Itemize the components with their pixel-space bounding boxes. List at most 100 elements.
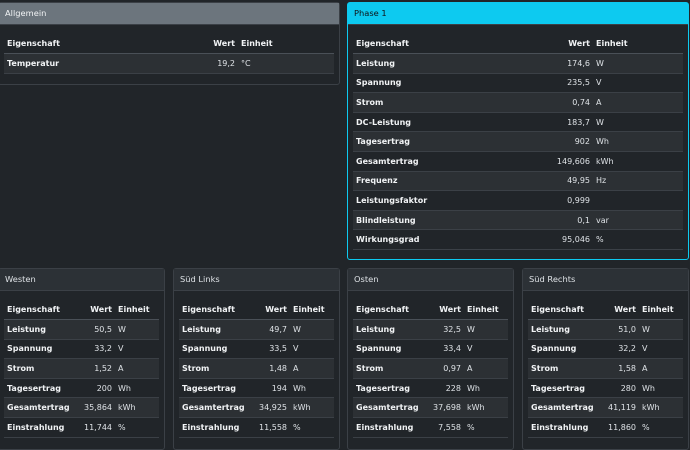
- header-unit: Einheit: [115, 300, 159, 321]
- row-value: 41,119: [605, 397, 639, 419]
- row-value: 194: [256, 378, 290, 399]
- row-unit: [593, 190, 683, 211]
- row-unit: %: [290, 417, 334, 438]
- row-property: Spannung: [528, 339, 605, 360]
- row-value: 51,0: [605, 319, 639, 340]
- row-property: Leistungsfaktor: [353, 190, 553, 211]
- row-unit: Wh: [593, 131, 683, 153]
- row-property: Einstrahlung: [4, 417, 81, 438]
- row-value: 174,6: [553, 53, 593, 74]
- card-title-allgemein: Allgemein: [0, 3, 339, 25]
- row-property: Einstrahlung: [179, 417, 256, 438]
- header-property: Eigenschaft: [353, 300, 430, 321]
- row-unit: %: [464, 417, 508, 438]
- table-row: Tagesertrag 228 Wh: [353, 378, 508, 399]
- row-property: Strom: [528, 358, 605, 379]
- row-value: 34,925: [256, 397, 290, 419]
- row-unit: %: [115, 417, 159, 438]
- header-unit: Einheit: [238, 34, 334, 55]
- header-value: Wert: [605, 300, 639, 321]
- table-row: Wirkungsgrad 95,046%: [353, 229, 683, 251]
- row-value: 37,698: [430, 397, 464, 419]
- header-property: Eigenschaft: [4, 300, 81, 321]
- row-value: 49,95: [553, 171, 593, 192]
- table-row: DC-Leistung 183,7 W: [353, 112, 683, 133]
- table-header-row: Eigenschaft Wert Einheit: [353, 300, 508, 321]
- row-value: 33,2: [81, 339, 115, 360]
- row-unit: V: [593, 73, 683, 94]
- table-row: Tagesertrag 194 Wh: [179, 378, 334, 399]
- table-row: Tagesertrag 902 Wh: [353, 131, 683, 153]
- table-row: Blindleistung 0,1 var: [353, 210, 683, 231]
- row-unit: kWh: [464, 397, 508, 419]
- table-header-row: Eigenschaft Wert Einheit: [528, 300, 683, 321]
- row-unit: Wh: [639, 378, 683, 399]
- table-row: Tagesertrag 200 Wh: [4, 378, 159, 399]
- table-row: Einstrahlung 7,558%: [353, 417, 508, 438]
- table-row: Leistung 32,5 W: [353, 319, 508, 340]
- table-row: Strom 0,74 A: [353, 92, 683, 113]
- row-unit: Wh: [464, 378, 508, 399]
- row-unit: W: [115, 319, 159, 340]
- card-title-sued-rechts: Süd Rechts: [523, 269, 688, 291]
- card-body-westen: Eigenschaft Wert Einheit Leistung 50,5 W S…: [0, 291, 164, 438]
- row-property: Leistung: [353, 319, 430, 340]
- row-property: Gesamtertrag: [353, 397, 430, 419]
- row-value: 33,4: [430, 339, 464, 360]
- table-row: Spannung 235,5 V: [353, 73, 683, 94]
- row-property: Gesamtertrag: [179, 397, 256, 419]
- row-value: 228: [430, 378, 464, 399]
- row-value: 0,999: [553, 190, 593, 211]
- row-value: 235,5: [553, 73, 593, 94]
- header-property: Eigenschaft: [4, 34, 198, 55]
- row-value: 33,5: [256, 339, 290, 360]
- row-property: Strom: [353, 92, 553, 113]
- table-row: Einstrahlung 11,744%: [4, 417, 159, 438]
- row-value: 32,5: [430, 319, 464, 340]
- table-row: Leistung 49,7 W: [179, 319, 334, 340]
- row-unit: kWh: [290, 397, 334, 419]
- row-value: 11,744: [81, 417, 115, 438]
- row-property: Leistung: [353, 53, 553, 74]
- row-property: Einstrahlung: [353, 417, 430, 438]
- row-property: Tagesertrag: [353, 378, 430, 399]
- row-property: Leistung: [4, 319, 81, 340]
- table-sued-links: Eigenschaft Wert Einheit Leistung 49,7 W S…: [179, 300, 334, 438]
- header-unit: Einheit: [290, 300, 334, 321]
- row-value: 35,864: [81, 397, 115, 419]
- table-row: Einstrahlung 11,860%: [528, 417, 683, 438]
- table-row: Strom 1,58 A: [528, 358, 683, 379]
- table-row: Temperatur 19,2 °C: [4, 53, 334, 74]
- table-row: Gesamtertrag 41,119 kWh: [528, 397, 683, 419]
- row-unit: kWh: [639, 397, 683, 419]
- card-body-sued-rechts: Eigenschaft Wert Einheit Leistung 51,0 W S…: [523, 291, 688, 438]
- row-property: Strom: [353, 358, 430, 379]
- row-unit: %: [593, 229, 683, 251]
- row-unit: A: [593, 92, 683, 113]
- row-value: 19,2: [198, 53, 238, 74]
- row-property: Strom: [179, 358, 256, 379]
- row-property: Temperatur: [4, 53, 198, 74]
- row-value: 11,860: [605, 417, 639, 438]
- row-value: 0,74: [553, 92, 593, 113]
- table-westen: Eigenschaft Wert Einheit Leistung 50,5 W S…: [4, 300, 159, 438]
- row-property: DC-Leistung: [353, 112, 553, 133]
- row-unit: °C: [238, 53, 334, 74]
- card-osten: Osten Eigenschaft Wert Einheit Leistung 3…: [347, 268, 514, 450]
- row-unit: var: [593, 210, 683, 231]
- table-row: Gesamtertrag 35,864 kWh: [4, 397, 159, 419]
- card-body-phase1: Eigenschaft Wert Einheit Leistung 174,6 W …: [348, 25, 688, 251]
- row-value: 1,58: [605, 358, 639, 379]
- row-property: Einstrahlung: [528, 417, 605, 438]
- table-row: Spannung 33,5 V: [179, 339, 334, 360]
- row-property: Tagesertrag: [528, 378, 605, 399]
- table-header-row: Eigenschaft Wert Einheit: [4, 300, 159, 321]
- row-unit: W: [639, 319, 683, 340]
- table-row: Gesamtertrag 149,606 kWh: [353, 151, 683, 172]
- row-property: Spannung: [353, 339, 430, 360]
- row-unit: Wh: [290, 378, 334, 399]
- row-value: 149,606: [553, 151, 593, 172]
- row-value: 50,5: [81, 319, 115, 340]
- header-value: Wert: [81, 300, 115, 321]
- table-row: Spannung 33,2 V: [4, 339, 159, 360]
